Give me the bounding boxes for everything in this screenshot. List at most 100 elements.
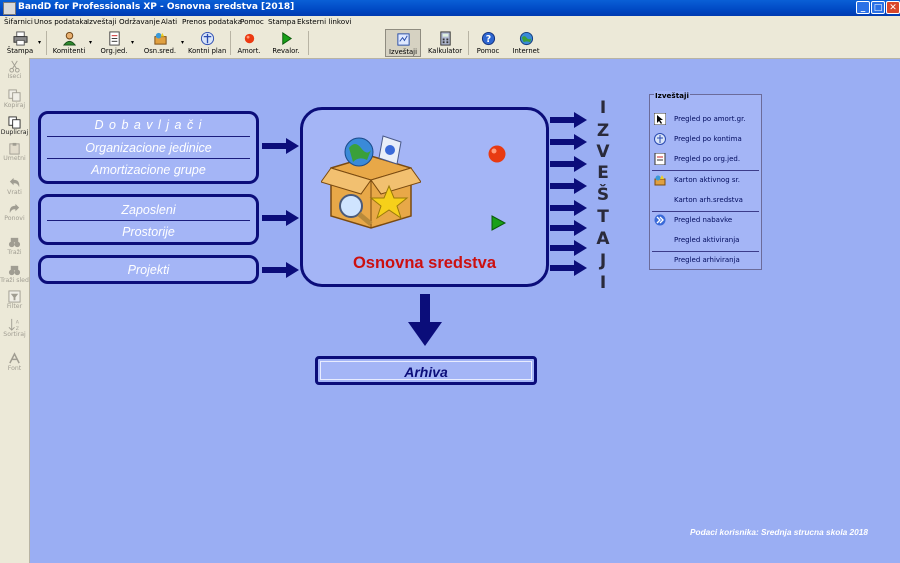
menu-odrzavanje[interactable]: Održavanje <box>119 17 160 26</box>
amort-button[interactable]: Amort. <box>234 29 264 57</box>
document-icon <box>108 31 120 46</box>
arrow-right-icon <box>550 178 587 194</box>
internet-button[interactable]: Internet <box>510 29 542 57</box>
menu-izvestaji[interactable]: Izveštaji <box>87 17 117 26</box>
play-arrow-icon <box>281 31 292 46</box>
org-jed-button[interactable]: Org.jed. <box>98 29 130 57</box>
link-zaposleni[interactable]: Zaposleni <box>49 203 248 217</box>
person-icon <box>62 31 76 46</box>
assets-box-icon <box>321 135 421 229</box>
play-arrow-icon[interactable] <box>489 214 507 232</box>
user-info-footer: Podaci korisnika: Srednja strucna skola … <box>690 527 869 537</box>
arrow-down-icon <box>408 294 442 346</box>
panel-separator <box>652 170 759 171</box>
osn-sred-button[interactable]: Osn.sred. <box>140 29 180 57</box>
trazi-sled-button[interactable]: Traži sled <box>0 264 29 284</box>
filter-icon <box>8 290 21 303</box>
kopiraj-button[interactable]: Kopiraj <box>0 89 29 109</box>
archive-box[interactable]: Arhiva <box>315 356 537 385</box>
window-title: BandD for Professionals XP - Osnovna sre… <box>18 2 295 12</box>
reports-letter: Z <box>596 121 610 141</box>
arrow-right-icon <box>550 220 587 236</box>
menu-sifarnici[interactable]: Šifarnici <box>4 17 33 26</box>
group-box-zaposleni: Zaposleni Prostorije <box>38 194 259 245</box>
arrow-right-icon <box>262 210 299 226</box>
report-karton-aktivnog-sr[interactable]: Karton aktivnog sr. <box>650 172 761 190</box>
minimize-button[interactable]: _ <box>856 1 870 14</box>
duplicraj-button[interactable]: Duplicraj <box>0 116 29 136</box>
scales-icon <box>200 31 214 46</box>
report-pregled-po-kontima[interactable]: Pregled po kontima <box>650 131 761 149</box>
report-pregled-nabavke[interactable]: Pregled nabavke <box>650 212 761 230</box>
box-separator <box>47 136 250 137</box>
ponovi-button[interactable]: Ponovi <box>0 202 29 222</box>
link-projekti[interactable]: Projekti <box>49 263 248 277</box>
report-pregled-po-org-jed[interactable]: Pregled po org.jed. <box>650 151 761 169</box>
reports-letter: E <box>597 163 609 183</box>
font-button[interactable]: Font <box>0 352 29 372</box>
arrow-right-icon <box>550 156 587 172</box>
close-button[interactable]: ✕ <box>886 1 900 14</box>
osn-sred-dropdown-arrow[interactable]: ▾ <box>181 39 184 46</box>
arrow-right-icon <box>262 262 299 278</box>
box-separator <box>47 220 250 221</box>
revalor-button[interactable]: Revalor. <box>268 29 304 57</box>
scales-icon <box>654 133 666 145</box>
toolbar-separator <box>46 31 47 55</box>
report-karton-arh-sredstva[interactable]: Karton arh.sredstva <box>650 192 761 210</box>
main-toolbar: Štampa ▾ Komitenti ▾ Org.jed. ▾ Osn.sred… <box>0 28 900 59</box>
box-icon <box>654 175 666 186</box>
font-icon <box>9 352 20 364</box>
red-ball-icon <box>244 33 254 44</box>
paste-icon <box>9 142 20 155</box>
find-next-icon <box>8 265 21 276</box>
kalkulator-button[interactable]: Kalkulator <box>425 29 465 57</box>
menu-unos-podataka[interactable]: Unos podataka <box>34 17 88 26</box>
reports-panel-title: Izveštaji <box>654 91 690 100</box>
report-pregled-aktiviranja[interactable]: Pregled aktiviranja <box>650 232 761 250</box>
link-amortizacione-grupe[interactable]: Amortizacione grupe <box>49 163 248 177</box>
pomoc-button[interactable]: ? Pomoc <box>472 29 504 57</box>
red-ball-icon[interactable] <box>487 144 507 164</box>
menu-alati[interactable]: Alati <box>161 17 177 26</box>
umetni-button[interactable]: Umetni <box>0 142 29 162</box>
document-icon <box>654 153 666 165</box>
archive-label: Arhiva <box>404 364 448 380</box>
menu-bar: Šifarnici Unos podataka Izveštaji Održav… <box>0 16 900 28</box>
menu-stampa[interactable]: Stampa <box>268 17 296 26</box>
toolbar-separator <box>468 31 469 55</box>
komitenti-dropdown-arrow[interactable]: ▾ <box>89 39 92 46</box>
reports-letter: J <box>599 251 607 271</box>
binoculars-icon <box>8 237 21 248</box>
menu-eksterni-linkovi[interactable]: Eksterni linkovi <box>297 17 351 26</box>
reports-letter: I <box>599 273 607 293</box>
box-separator <box>47 158 250 159</box>
stampa-dropdown-arrow[interactable]: ▾ <box>38 39 41 46</box>
globe-icon <box>519 31 533 46</box>
stampa-button[interactable]: Štampa <box>3 29 37 57</box>
reports-letter: A <box>596 229 610 249</box>
report-pregled-po-amort-gr[interactable]: Pregled po amort.gr. <box>650 111 761 129</box>
iseci-button[interactable]: Iseci <box>0 60 29 80</box>
komitenti-button[interactable]: Komitenti <box>50 29 88 57</box>
filter-button[interactable]: Filter <box>0 290 29 310</box>
duplicate-icon <box>8 116 21 129</box>
sortiraj-button[interactable]: AZ Sortiraj <box>0 318 29 338</box>
report-pregled-arhiviranja[interactable]: Pregled arhiviranja <box>650 252 761 270</box>
printer-icon <box>12 31 28 46</box>
menu-pomoc[interactable]: Pomoc <box>240 17 264 26</box>
reports-panel: Izveštaji Pregled po amort.gr. Pregled p… <box>649 91 762 270</box>
kontni-plan-button[interactable]: Kontni plan <box>188 29 226 57</box>
vrati-button[interactable]: Vrati <box>0 176 29 196</box>
scissors-icon <box>9 60 20 73</box>
menu-prenos-podataka[interactable]: Prenos podataka <box>182 17 242 26</box>
center-box-osnovna-sredstva[interactable]: Osnovna sredstva <box>300 107 549 287</box>
left-toolbar: Iseci Kopiraj Duplicraj Umetni Vrati Pon… <box>0 58 30 563</box>
link-organizacione-jedinice[interactable]: Organizacione jedinice <box>49 141 248 155</box>
link-dobavljaci[interactable]: D o b a v l j a č i <box>49 118 248 132</box>
izvestaji-button[interactable]: Izveštaji <box>385 29 421 57</box>
link-prostorije[interactable]: Prostorije <box>49 225 248 239</box>
trazi-button[interactable]: Traži <box>0 236 29 256</box>
maximize-button[interactable]: □ <box>871 1 885 14</box>
org-jed-dropdown-arrow[interactable]: ▾ <box>131 39 134 46</box>
